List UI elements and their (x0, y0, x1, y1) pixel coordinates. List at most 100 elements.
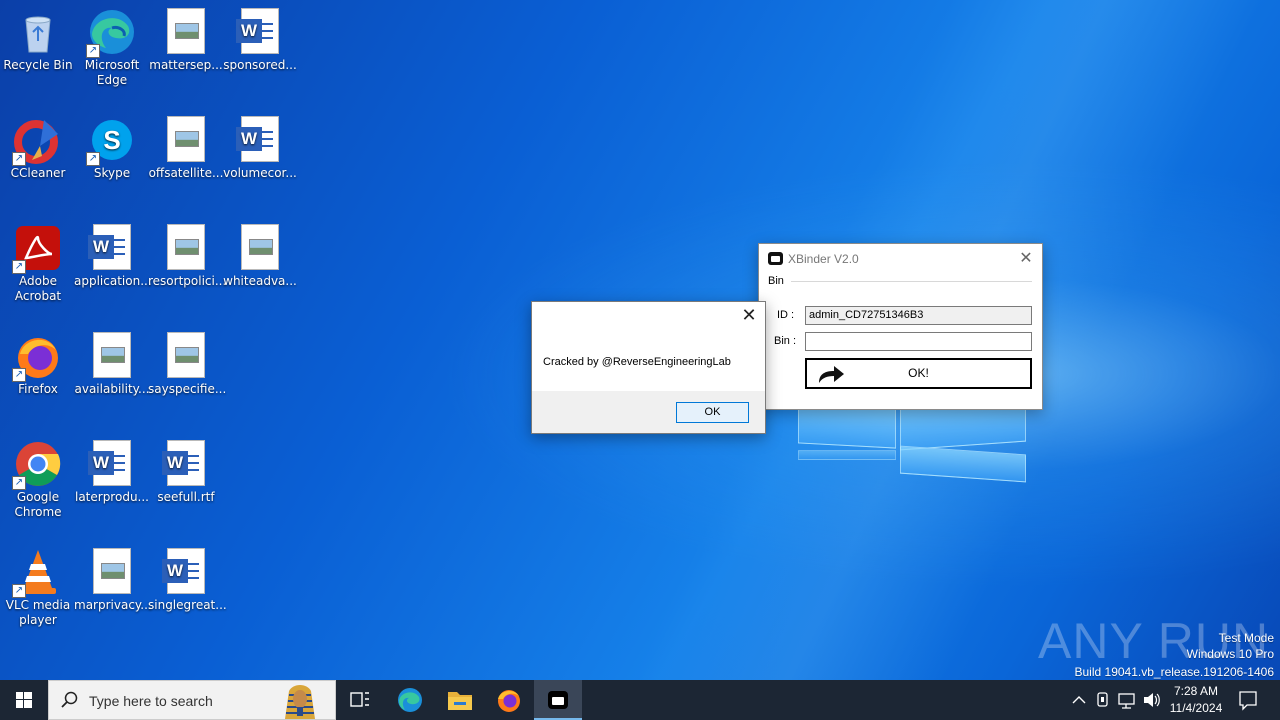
desktop-icon-file[interactable]: W application... (74, 224, 152, 289)
shortcut-arrow-icon: ↗ (12, 584, 26, 598)
desktop-icon-adobe-acrobat[interactable]: ↗ Adobe Acrobat (0, 224, 76, 304)
task-view-button[interactable] (336, 680, 384, 720)
id-label: ID : (777, 309, 795, 321)
word-document-icon: W (162, 548, 210, 596)
build-text: Build 19041.vb_release.191206-1406 (1074, 665, 1275, 679)
image-file-icon (236, 224, 284, 272)
taskbar-file-explorer[interactable] (436, 680, 484, 720)
taskbar-clock[interactable]: 7:28 AM 11/4/2024 (1160, 683, 1232, 717)
desktop-icon-label: resortpolici... (148, 274, 227, 288)
desktop-icon-label: CCleaner (10, 166, 66, 180)
desktop-icon-label: singlegreat... (148, 598, 227, 612)
word-document-icon: W (236, 8, 284, 56)
message-box: ✕ Cracked by @ReverseEngineeringLab OK (531, 301, 766, 434)
image-file-icon (88, 332, 136, 380)
taskbar-xbinder-active[interactable] (534, 680, 582, 720)
desktop-icon-file[interactable]: W volumecor... (222, 116, 298, 181)
recycle-bin-icon (14, 8, 62, 56)
bin-field[interactable] (805, 332, 1032, 351)
image-file-icon (162, 332, 210, 380)
desktop-icon-file[interactable]: sayspecifie... (148, 332, 227, 397)
desktop-icon-label: marprivacy... (74, 598, 152, 612)
chevron-up-icon[interactable] (1070, 680, 1088, 720)
test-mode-text: Test Mode (1218, 631, 1274, 645)
edge-icon (398, 688, 422, 712)
close-icon[interactable]: ✕ (1016, 249, 1036, 269)
desktop-icon-recycle-bin[interactable]: Recycle Bin (0, 8, 76, 73)
start-button[interactable] (0, 680, 48, 720)
desktop-icon-file[interactable]: W laterprodu... (74, 440, 150, 505)
desktop-icon-file[interactable]: whiteadva... (222, 224, 298, 289)
desktop-icon-label: VLC media player (5, 598, 71, 627)
clock-date: 11/4/2024 (1169, 701, 1223, 715)
word-document-icon: W (162, 440, 210, 488)
message-ok-button[interactable]: OK (676, 402, 749, 423)
skype-icon: S ↗ (86, 116, 136, 166)
desktop-icon-vlc[interactable]: ↗ VLC media player (0, 548, 76, 628)
taskbar: Type here to search 7:28 AM 11/4/2024 (0, 680, 1280, 720)
desktop-icon-file[interactable]: resortpolici... (148, 224, 227, 289)
desktop-icon-label: laterprodu... (74, 490, 149, 504)
shortcut-arrow-icon: ↗ (12, 368, 26, 382)
firefox-icon (498, 690, 520, 712)
notification-center-icon[interactable] (1236, 680, 1260, 720)
redo-arrow-icon (819, 366, 844, 383)
desktop-icon-ccleaner[interactable]: ↗ CCleaner (0, 116, 76, 181)
desktop-icon-file[interactable]: W sponsored... (222, 8, 298, 73)
desktop-icon-label: Recycle Bin (3, 58, 73, 72)
network-icon[interactable] (1116, 680, 1138, 720)
xbinder-title: XBinder V2.0 (788, 252, 859, 266)
desktop-icon-file[interactable]: W singlegreat... (148, 548, 227, 613)
shortcut-arrow-icon: ↗ (12, 476, 26, 490)
desktop-icon-file[interactable]: W seefull.rtf (148, 440, 224, 505)
desktop-icon-label: seefull.rtf (157, 490, 215, 504)
desktop-icon-label: sayspecifie... (148, 382, 227, 396)
close-icon[interactable]: ✕ (739, 306, 759, 326)
desktop-icon-label: application... (74, 274, 152, 288)
taskbar-edge[interactable] (386, 680, 434, 720)
volume-icon[interactable] (1141, 680, 1161, 720)
search-highlight-pharaoh-icon (285, 685, 315, 719)
desktop-icon-file[interactable]: availability... (74, 332, 150, 397)
desktop-icon-file[interactable]: marprivacy... (74, 548, 152, 613)
desktop-icon-label: availability... (74, 382, 150, 396)
taskbar-search-box[interactable]: Type here to search (48, 680, 336, 720)
taskbar-firefox[interactable] (485, 680, 533, 720)
chrome-icon: ↗ (12, 440, 62, 490)
bin-label: Bin : (774, 335, 797, 347)
desktop-icon-firefox[interactable]: ↗ Firefox (0, 332, 76, 397)
acrobat-icon: ↗ (12, 224, 62, 274)
desktop-icon-label: volumecor... (223, 166, 297, 180)
device-icon[interactable] (1094, 680, 1112, 720)
desktop-icon-google-chrome[interactable]: ↗ Google Chrome (0, 440, 76, 520)
search-placeholder: Type here to search (89, 693, 213, 709)
desktop-icon-label: sponsored... (223, 58, 297, 72)
word-document-icon: W (88, 440, 136, 488)
group-divider (791, 281, 1032, 282)
image-file-icon (162, 8, 210, 56)
xbinder-app-icon (768, 252, 783, 265)
desktop-icon-file[interactable]: offsatellite... (148, 116, 224, 181)
edge-icon: ↗ (86, 8, 136, 58)
id-field[interactable]: admin_CD72751346B3 (805, 306, 1032, 325)
xbinder-titlebar[interactable]: XBinder V2.0 ✕ (759, 244, 1042, 274)
xbinder-app-icon (548, 691, 568, 709)
windows-edition-text: Windows 10 Pro (1186, 647, 1274, 661)
xbinder-ok-button[interactable]: OK! (805, 358, 1032, 389)
desktop-icon-label: Google Chrome (14, 490, 62, 519)
xbinder-ok-label: OK! (908, 366, 929, 380)
word-document-icon: W (88, 224, 136, 272)
desktop-icon-file[interactable]: mattersep... (148, 8, 224, 73)
desktop-icon-microsoft-edge[interactable]: ↗ Microsoft Edge (74, 8, 150, 88)
desktop-icon-skype[interactable]: S ↗ Skype (74, 116, 150, 181)
image-file-icon (162, 116, 210, 164)
desktop-icon-label: Adobe Acrobat (14, 274, 62, 303)
svg-text:S: S (103, 125, 120, 155)
clock-time: 7:28 AM (1173, 684, 1219, 698)
desktop-icon-label: Firefox (18, 382, 58, 396)
message-box-body (532, 302, 765, 391)
word-document-icon: W (236, 116, 284, 164)
ccleaner-icon: ↗ (12, 116, 62, 166)
message-text: Cracked by @ReverseEngineeringLab (543, 356, 731, 368)
shortcut-arrow-icon: ↗ (86, 44, 100, 58)
